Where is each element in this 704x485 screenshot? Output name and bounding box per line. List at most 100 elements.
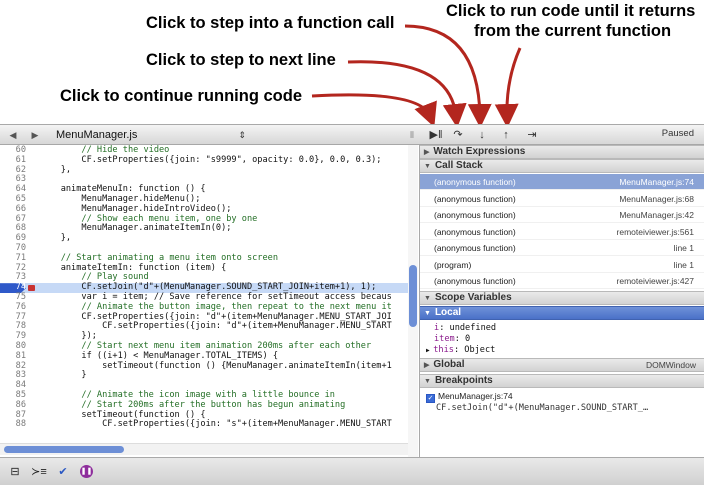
code-text: animateMenuIn: function () { xyxy=(40,184,206,195)
forward-icon[interactable]: ▶ xyxy=(28,128,42,142)
frame-function: (anonymous function) xyxy=(434,177,516,187)
breakpoint-file: MenuManager.js:74 xyxy=(438,391,513,401)
annotation-continue: Click to continue running code xyxy=(60,87,303,105)
code-line[interactable]: 88 CF.setProperties({join: "s"+(item+Men… xyxy=(0,419,410,430)
pause-on-exceptions-icon[interactable]: ❚❚ xyxy=(80,465,93,478)
code-text: // Hide the video xyxy=(40,145,170,155)
code-line[interactable]: 69 }, xyxy=(0,233,410,244)
code-text: // Animate the icon image with a little … xyxy=(40,390,335,400)
frame-function: (anonymous function) xyxy=(434,210,516,220)
code-text: MenuManager.hideMenu(); xyxy=(40,194,201,204)
disclosure-down-icon: ▼ xyxy=(424,163,431,170)
scope-bar-icon[interactable]: ≻≡ xyxy=(30,464,48,480)
code-vertical-scrollbar[interactable] xyxy=(408,145,418,457)
checkbox-checked-icon[interactable]: ✓ xyxy=(426,394,435,403)
code-text: // Animate the button image, then repeat… xyxy=(40,301,392,312)
scope-variable[interactable]: i: undefined xyxy=(434,323,496,334)
variable-value: : 0 xyxy=(454,334,471,344)
scope-variables-header[interactable]: ▼ Scope Variables xyxy=(420,291,704,305)
scope-global-header[interactable]: ▶ Global DOMWindow xyxy=(420,358,704,372)
deactivate-breakpoints-icon[interactable]: ⇥ xyxy=(522,127,542,143)
annotation-run-until-return-1: Click to run code until it returns xyxy=(446,2,696,20)
disclosure-down-icon: ▼ xyxy=(424,295,431,302)
code-text: var i = item; // Save reference for setT… xyxy=(40,292,392,302)
code-text: // Play sound xyxy=(40,272,149,283)
checkmark-icon[interactable]: ✔ xyxy=(54,464,72,480)
arrow-continue xyxy=(311,93,437,128)
line-number[interactable]: 74 xyxy=(0,282,26,293)
select-arrows-icon: ⇕ xyxy=(238,130,246,140)
frame-function: (anonymous function) xyxy=(434,226,516,237)
call-stack-frame[interactable]: (program) line 1 xyxy=(420,257,704,273)
call-stack-header[interactable]: ▼ Call Stack xyxy=(420,159,704,173)
disclosure-down-icon: ▼ xyxy=(424,310,431,317)
status-bar: ⊟ ≻≡ ✔ ❚❚ xyxy=(0,457,704,485)
frame-location[interactable]: remoteiviewer.js:561 xyxy=(617,224,694,240)
scope-variable[interactable]: ▶ this: Object xyxy=(426,345,495,356)
variable-name: this xyxy=(433,345,454,355)
annotation-run-until-return-2: from the current function xyxy=(474,22,672,40)
divider-grip-icon[interactable]: ⦀ xyxy=(410,129,418,141)
step-into-icon[interactable]: ↓ xyxy=(472,127,492,143)
scope-variable[interactable]: item: 0 xyxy=(434,334,470,345)
disclosure-down-icon: ▼ xyxy=(424,378,431,385)
file-select[interactable]: MenuManager.js ⇕ xyxy=(50,127,250,143)
call-stack-frame[interactable]: (anonymous function) remoteiviewer.js:561 xyxy=(420,224,704,240)
frame-location[interactable]: MenuManager.js:42 xyxy=(619,207,694,223)
code-editor[interactable]: 60 // Hide the video 61 CF.setProperties(… xyxy=(0,145,420,457)
variable-value: : Object xyxy=(453,345,496,355)
code-line[interactable]: 83 } xyxy=(0,370,410,381)
breakpoint-code: CF.setJoin("d"+(MenuManager.SOUND_START_… xyxy=(436,403,649,413)
code-text: }, xyxy=(40,233,72,244)
frame-function: (anonymous function) xyxy=(434,276,516,286)
global-value: DOMWindow xyxy=(645,360,696,370)
line-number[interactable]: 88 xyxy=(0,420,26,430)
code-text: }); xyxy=(40,331,97,342)
code-text: CF.setProperties({join: "s"+(item+MenuMa… xyxy=(40,419,392,430)
frame-location[interactable]: remoteiviewer.js:427 xyxy=(617,273,694,289)
call-stack-frame[interactable]: (anonymous function) MenuManager.js:74 xyxy=(420,174,704,190)
arrow-step-next xyxy=(347,60,467,128)
frame-location[interactable]: line 1 xyxy=(674,240,694,256)
scope-local-header[interactable]: ▼ Local xyxy=(420,306,704,320)
frame-location[interactable]: MenuManager.js:74 xyxy=(619,174,694,190)
disclosure-right-icon: ▶ xyxy=(424,362,430,369)
call-stack-frame[interactable]: (anonymous function) MenuManager.js:42 xyxy=(420,207,704,223)
code-text: }, xyxy=(40,164,72,175)
frame-function: (anonymous function) xyxy=(434,243,516,253)
code-text: // Start 200ms after the button has begu… xyxy=(40,399,346,410)
call-stack-frame[interactable]: (anonymous function) MenuManager.js:68 xyxy=(420,191,704,207)
code-horizontal-scrollbar[interactable] xyxy=(0,443,408,455)
call-stack-frame[interactable]: (anonymous function) line 1 xyxy=(420,240,704,256)
code-text: CF.setProperties({join: "s9999", opacity… xyxy=(40,154,382,165)
code-text: } xyxy=(40,370,87,381)
debugger-toolbar: ▶︎‖ ↷ ↓ ↑ ⇥ Paused xyxy=(420,125,704,145)
breakpoints-header[interactable]: ▼ Breakpoints xyxy=(420,374,704,388)
step-out-icon[interactable]: ↑ xyxy=(496,127,516,143)
debugger-sidebar: ▶ Watch Expressions ▼ Call Stack (anonymou… xyxy=(420,145,704,457)
code-text: CF.setJoin("d"+(MenuManager.SOUND_START_… xyxy=(40,282,377,293)
continue-icon[interactable]: ▶︎‖ xyxy=(426,127,446,143)
step-over-icon[interactable]: ↷ xyxy=(448,127,468,143)
console-icon[interactable]: ⊟ xyxy=(6,464,24,480)
execution-point-icon xyxy=(28,285,35,292)
vertical-scroll-thumb[interactable] xyxy=(409,265,417,327)
arrow-step-into xyxy=(404,24,492,128)
code-text: setTimeout(function () {MenuManager.anim… xyxy=(40,360,392,371)
call-stack-frame[interactable]: (anonymous function) remoteiviewer.js:427 xyxy=(420,273,704,289)
variable-value: : undefined xyxy=(439,323,497,333)
code-text: MenuManager.hideIntroVideo(); xyxy=(40,203,232,214)
code-text: if ((i+1) < MenuManager.TOTAL_ITEMS) { xyxy=(40,350,278,361)
back-icon[interactable]: ◀ xyxy=(6,128,20,142)
annotation-step-into: Click to step into a function call xyxy=(146,14,395,32)
debugger-window: ◀ ▶ MenuManager.js ⇕ ⦀ 60 // Hide the vi… xyxy=(0,124,704,485)
debugger-status: Paused xyxy=(661,128,694,139)
code-text: // Show each menu item, one by one xyxy=(40,213,258,224)
frame-location[interactable]: line 1 xyxy=(674,257,694,273)
frame-location[interactable]: MenuManager.js:68 xyxy=(619,191,694,207)
horizontal-scroll-thumb[interactable] xyxy=(4,446,124,453)
watch-expressions-header[interactable]: ▶ Watch Expressions xyxy=(420,145,704,159)
code-line[interactable]: 62 }, xyxy=(0,164,410,176)
breakpoint-item[interactable]: ✓ MenuManager.js:74 xyxy=(426,391,513,403)
frame-function: (program) xyxy=(434,259,472,270)
